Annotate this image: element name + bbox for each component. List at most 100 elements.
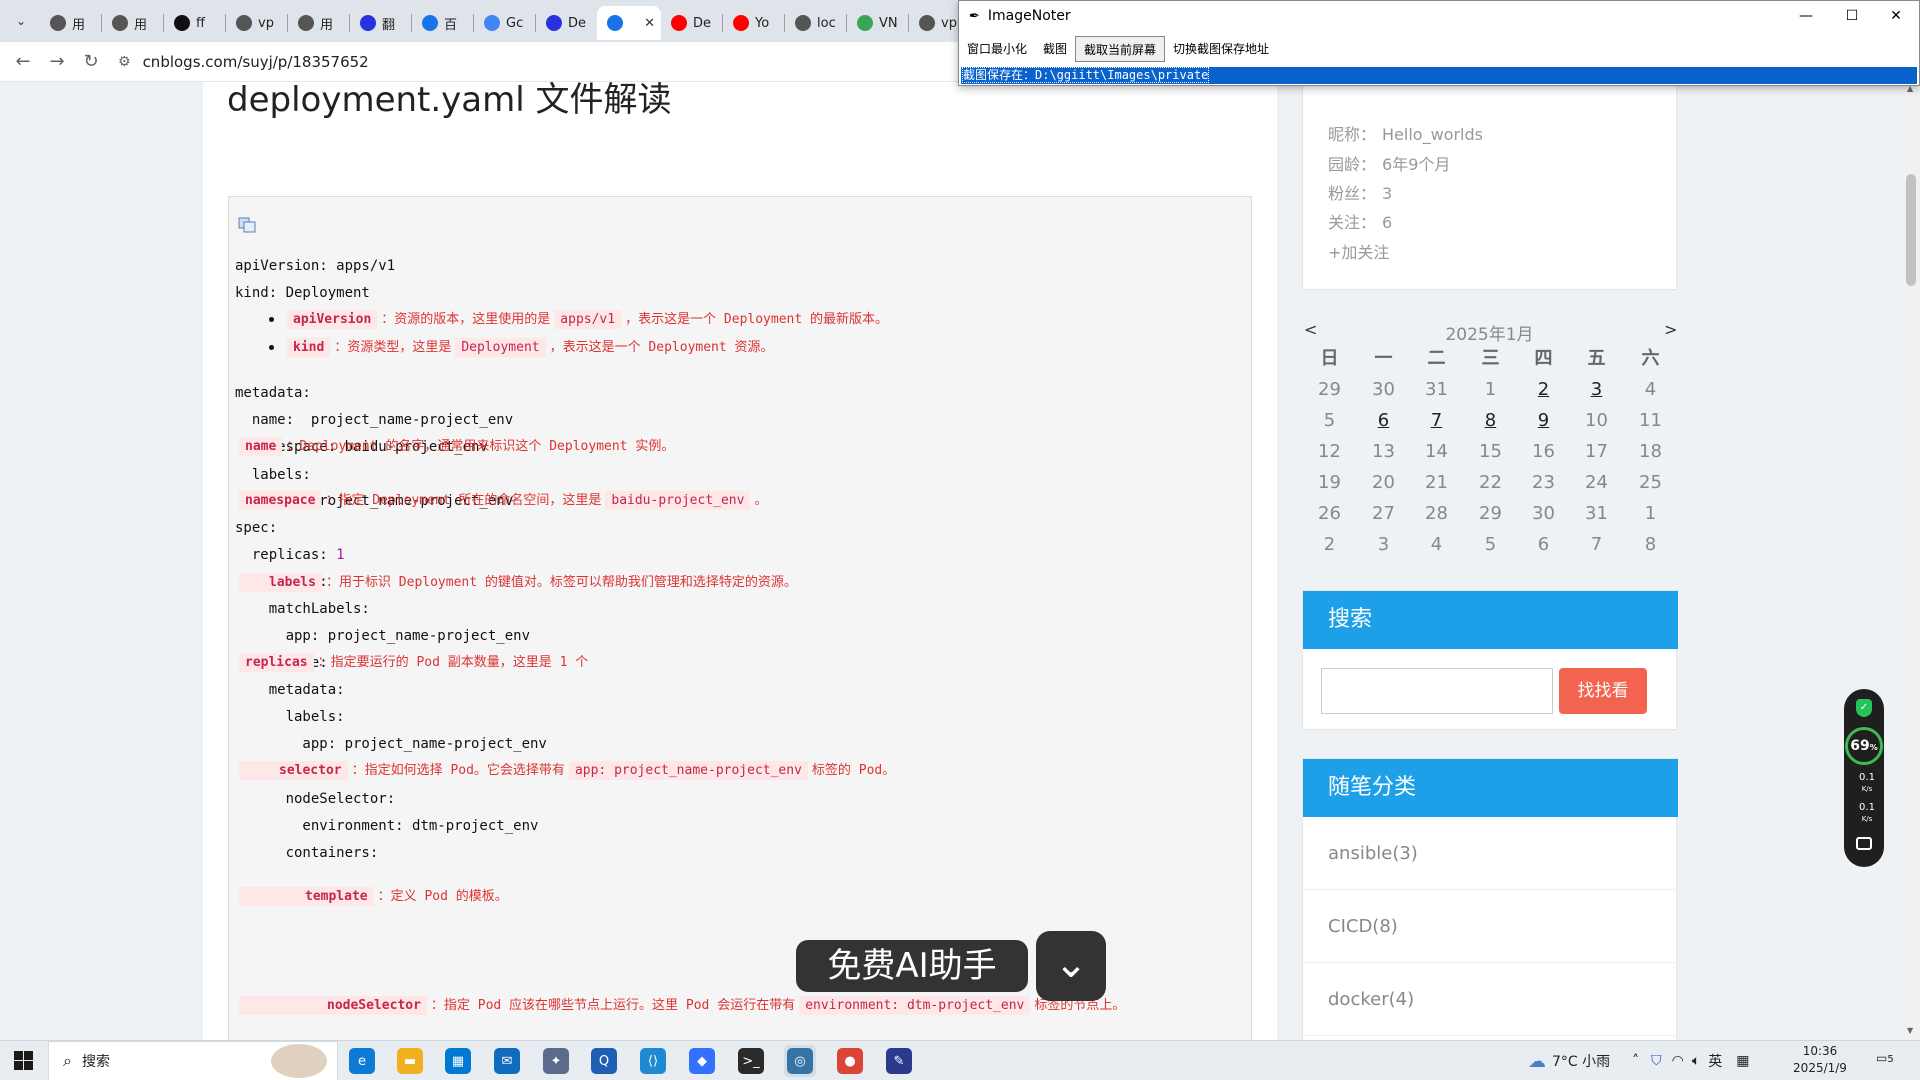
category-link[interactable]: docker(4) xyxy=(1303,963,1678,1036)
code-line: metadata: xyxy=(235,682,345,698)
browser-tab[interactable]: 用 xyxy=(102,6,163,40)
browser-tab[interactable]: ✕ xyxy=(597,6,661,40)
search-button[interactable]: 找找看 xyxy=(1559,668,1647,714)
scrollbar-thumb[interactable] xyxy=(1906,174,1916,286)
url-text[interactable]: cnblogs.com/suyj/p/18357652 xyxy=(143,53,369,71)
close-button[interactable]: ✕ xyxy=(1873,1,1919,31)
tab-search-chevron-icon[interactable]: ⌄ xyxy=(6,6,36,36)
category-link[interactable]: ansible(3) xyxy=(1303,817,1678,890)
keyboard-grid-icon[interactable]: ▦ xyxy=(1736,1053,1749,1069)
forward-arrow-icon[interactable]: → xyxy=(40,45,74,79)
notification-center[interactable]: ▭5 xyxy=(1876,1051,1894,1065)
browser-tab[interactable]: De xyxy=(536,6,597,40)
follow-link[interactable]: 6 xyxy=(1382,213,1392,232)
calendar-day: 14 xyxy=(1425,441,1448,462)
security-shield-icon[interactable]: ⛉ xyxy=(1651,1053,1662,1069)
code-line: containers: xyxy=(235,845,379,861)
calendar-day-link[interactable]: 9 xyxy=(1517,408,1570,434)
browser-tab[interactable]: 翻 xyxy=(350,6,411,40)
edge-icon[interactable]: e xyxy=(346,1045,378,1077)
browser-tab[interactable]: 用 xyxy=(288,6,349,40)
calendar-day-link[interactable]: 6 xyxy=(1357,408,1410,434)
browser-tab[interactable]: ff xyxy=(164,6,225,40)
calendar-day-link[interactable]: 7 xyxy=(1410,408,1463,434)
calendar-day: 1 xyxy=(1644,503,1657,524)
calendar-day: 5 xyxy=(1323,410,1336,431)
wifi-icon[interactable]: ◠ xyxy=(1672,1053,1684,1069)
speaker-icon[interactable]: 🔈︎ xyxy=(1692,1053,1700,1069)
annotation-literal: Deployment xyxy=(455,338,546,357)
app-puzzle-icon[interactable]: ✦ xyxy=(540,1045,572,1077)
browser-tab[interactable]: vp xyxy=(226,6,287,40)
clock[interactable]: 10:36 2025/1/9 xyxy=(1790,1043,1850,1077)
search-app-icon[interactable]: Q xyxy=(588,1045,620,1077)
store-icon[interactable]: ▦ xyxy=(442,1045,474,1077)
code-line: matchLabels: xyxy=(235,601,370,617)
system-monitor-widget[interactable]: ✓ 69% 0.1 K/s 0.1 K/s xyxy=(1844,689,1884,867)
terminal-icon[interactable]: >_ xyxy=(735,1045,767,1077)
web-page: deployment.yaml 文件解读 apiVersion: apps/v1… xyxy=(0,82,1920,1040)
annotation-literal: baidu-project_env xyxy=(605,491,751,510)
ai-assistant-button[interactable]: 免费AI助手 xyxy=(796,940,1028,992)
copy-code-icon[interactable] xyxy=(238,217,256,233)
save-path-status[interactable]: 截图保存在：D:\ggiitt\Images\private xyxy=(961,67,1917,84)
nickname-link[interactable]: Hello_worlds xyxy=(1382,125,1483,144)
tray-expand-icon[interactable]: ˄ xyxy=(1632,1053,1639,1069)
imagenoter-menu-item[interactable]: 切换截图保存地址 xyxy=(1165,36,1277,62)
category-card: 随笔分类 ansible(3) CICD(8) docker(4) xyxy=(1302,758,1678,1040)
imagenoter-icon[interactable]: ✎ xyxy=(883,1045,915,1077)
collapse-chevron-icon[interactable]: ⌄ xyxy=(1036,931,1106,1001)
vscode-icon[interactable]: ⟨⟩ xyxy=(637,1045,669,1077)
imagenoter-menu-item[interactable]: 窗口最小化 xyxy=(959,36,1035,62)
download-speed: 0.1 K/s xyxy=(1859,802,1875,823)
tab-close-icon[interactable]: ✕ xyxy=(644,16,655,31)
browser-tab[interactable]: VN xyxy=(847,6,908,40)
python-app-icon[interactable]: ◎ xyxy=(784,1045,816,1077)
fans-link[interactable]: 3 xyxy=(1382,184,1392,203)
calendar-day-link[interactable]: 2 xyxy=(1517,377,1570,403)
browser-tab[interactable]: De xyxy=(661,6,722,40)
maximize-button[interactable]: ☐ xyxy=(1829,1,1875,31)
calendar-next-button[interactable]: > xyxy=(1664,320,1677,339)
imagenoter-menu-item[interactable]: 截图 xyxy=(1035,36,1075,62)
scroll-down-icon[interactable]: ▼ xyxy=(1907,1026,1913,1035)
browser-tab[interactable]: 用 xyxy=(40,6,101,40)
imagenoter-menu-item[interactable]: 截取当前屏幕 xyxy=(1075,36,1166,62)
imagenoter-titlebar[interactable]: ✒ ImageNoter — ☐ ✕ xyxy=(959,1,1919,31)
calendar-day: 21 xyxy=(1425,472,1448,493)
screenshot-camera-icon[interactable] xyxy=(1856,837,1872,850)
ime-indicator[interactable]: 英 xyxy=(1708,1051,1722,1071)
calendar-day-link[interactable]: 3 xyxy=(1570,377,1623,403)
feishu-icon[interactable]: ◆ xyxy=(686,1045,718,1077)
reload-icon[interactable]: ↻ xyxy=(74,45,108,79)
minimize-button[interactable]: — xyxy=(1783,1,1829,31)
calendar-day: 13 xyxy=(1372,441,1395,462)
category-link[interactable]: CICD(8) xyxy=(1303,890,1678,963)
weather-text[interactable]: 7°C 小雨 xyxy=(1552,1051,1610,1071)
browser-tab[interactable]: 百 xyxy=(412,6,473,40)
age-link[interactable]: 6年9个月 xyxy=(1382,155,1450,174)
chrome-icon[interactable]: ● xyxy=(834,1045,866,1077)
back-arrow-icon[interactable]: ← xyxy=(6,45,40,79)
mail-icon[interactable]: ✉ xyxy=(491,1045,523,1077)
add-follow-link[interactable]: +加关注 xyxy=(1328,239,1389,263)
calendar-day: 31 xyxy=(1585,503,1608,524)
browser-tab[interactable]: loc xyxy=(785,6,846,40)
site-info-icon[interactable]: ⚙ xyxy=(118,54,131,70)
windows-start-icon[interactable] xyxy=(0,1041,46,1080)
page-scrollbar[interactable]: ▲ ▼ xyxy=(1902,82,1920,1040)
address-bar[interactable]: ⚙ cnblogs.com/suyj/p/18357652 xyxy=(118,47,369,77)
search-input[interactable] xyxy=(1321,668,1553,714)
cnblogs-icon xyxy=(607,15,623,31)
calendar-day: 26 xyxy=(1318,503,1341,524)
weather-cloud-icon[interactable]: ☁ xyxy=(1528,1051,1546,1072)
file-explorer-icon[interactable]: ▬ xyxy=(394,1045,426,1077)
calendar-day-link[interactable]: 8 xyxy=(1464,408,1517,434)
annotation-keyword: name xyxy=(239,437,283,456)
browser-tab[interactable]: Gc xyxy=(474,6,535,40)
calendar-day: 30 xyxy=(1372,379,1395,400)
taskbar-search-box[interactable]: ⌕ 搜索 xyxy=(48,1041,338,1080)
imagenoter-title: ImageNoter xyxy=(987,8,1071,24)
browser-tab[interactable]: Yo xyxy=(723,6,784,40)
annotation-keyword: kind xyxy=(287,338,331,357)
